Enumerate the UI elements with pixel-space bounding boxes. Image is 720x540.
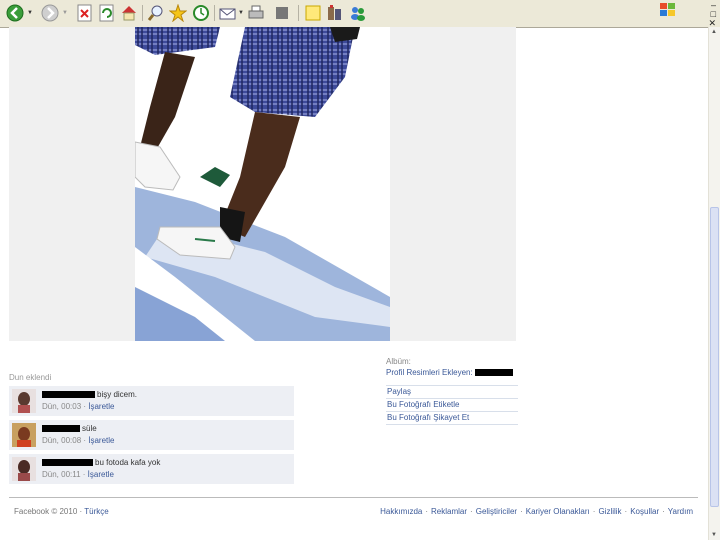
favorites-icon[interactable] [168,3,188,23]
comment-item: bu fotoda kafa yok Dün, 00:11 · İşaretle [9,454,294,484]
footer-link-about[interactable]: Hakkımızda [380,507,422,516]
report-link[interactable]: İşaretle [88,470,114,479]
comment-text: bu fotoda kafa yok [95,458,161,467]
footer-link-ads[interactable]: Reklamlar [431,507,467,516]
photo-frame [9,27,516,341]
footer-dot: · [662,507,665,516]
copyright: Facebook © 2010 · [14,507,83,516]
avatar[interactable] [12,457,36,481]
footer-link-careers[interactable]: Kariyer Olanakları [526,507,590,516]
footer-links: Hakkımızda · Reklamlar · Geliştiriciler · Kari… [380,507,693,516]
minimize-icon[interactable]: – [711,0,716,9]
browser-toolbar: ▼ ▼ ▼ – □ ✕ [0,0,720,28]
footer-dot: · [470,507,473,516]
back-dropdown-icon[interactable]: ▼ [26,3,34,23]
scroll-down-icon[interactable]: ▼ [711,532,717,538]
footer-dot: · [520,507,523,516]
back-icon[interactable] [5,3,25,23]
comment-item: süle Dün, 00:08 · İşaretle [9,420,294,450]
report-photo-link[interactable]: Bu Fotoğrafı Şikayet Et [386,412,518,425]
photo[interactable] [135,27,390,341]
added-label: Dun eklendi [9,373,52,382]
toolbar-separator [214,5,215,21]
photo-actions: Paylaş Bu Fotoğrafı Etiketle Bu Fotoğraf… [386,385,518,425]
footer-dot: · [592,507,596,516]
mail-dropdown-icon[interactable]: ▼ [237,3,245,23]
redacted-name [42,459,93,467]
window-controls: – □ ✕ [656,0,716,27]
footer-dot: · [624,507,628,516]
report-link[interactable]: İşaretle [88,436,114,445]
toolbar-separator [142,5,143,21]
edit-icon[interactable] [272,3,292,23]
album-panel: Albüm: Profil Resimleri Ekleyen: Paylaş … [386,356,518,425]
messenger-icon[interactable] [348,3,368,23]
vertical-scrollbar[interactable]: ▲ ▼ [708,27,720,540]
redacted-name [42,425,80,433]
footer-link-terms[interactable]: Koşullar [630,507,659,516]
toolbar-separator [298,5,299,21]
tag-photo-link[interactable]: Bu Fotoğrafı Etiketle [386,399,518,412]
avatar[interactable] [12,423,36,447]
redacted-name [42,391,95,399]
comment-time: Dün, 00:08 [42,436,82,445]
footer-link-privacy[interactable]: Gizlilik [598,507,621,516]
search-icon[interactable] [146,3,166,23]
comment-text: bişy dicem. [97,390,138,399]
album-link[interactable]: Profil Resimleri Ekleyen: [386,368,473,377]
home-icon[interactable] [119,3,139,23]
language-link[interactable]: Türkçe [84,507,108,516]
comments-list: bişy dicem. Dün, 00:03 · İşaretle süle D… [9,386,294,488]
scroll-thumb[interactable] [710,207,719,507]
share-link[interactable]: Paylaş [386,386,518,399]
close-icon[interactable]: ✕ [708,18,716,27]
forward-icon[interactable] [40,3,60,23]
footer-link-help[interactable]: Yardım [668,507,693,516]
report-link[interactable]: İşaretle [88,402,114,411]
footer-link-developers[interactable]: Geliştiriciler [476,507,517,516]
album-caption: Albüm: [386,357,411,366]
avatar[interactable] [12,389,36,413]
redacted-name [474,369,513,377]
footer-dot: · [425,507,429,516]
footer: Facebook © 2010 · Türkçe Hakkımızda · Rekl… [9,497,698,516]
mail-icon[interactable] [218,3,238,23]
print-icon[interactable] [246,3,266,23]
comment-time: Dün, 00:11 [42,470,81,479]
forward-dropdown-icon[interactable]: ▼ [61,3,69,23]
refresh-icon[interactable] [97,3,117,23]
discuss-icon[interactable] [303,3,323,23]
comment-text: süle [82,424,97,433]
scroll-up-icon[interactable]: ▲ [711,29,717,35]
restore-icon[interactable]: □ [711,9,716,18]
comment-time: Dün, 00:03 [42,402,82,411]
stop-icon[interactable] [75,3,95,23]
comment-item: bişy dicem. Dün, 00:03 · İşaretle [9,386,294,416]
photo-illustration [135,27,390,341]
history-icon[interactable] [191,3,211,23]
research-icon[interactable] [325,3,345,23]
comment-separator: · [80,470,88,479]
